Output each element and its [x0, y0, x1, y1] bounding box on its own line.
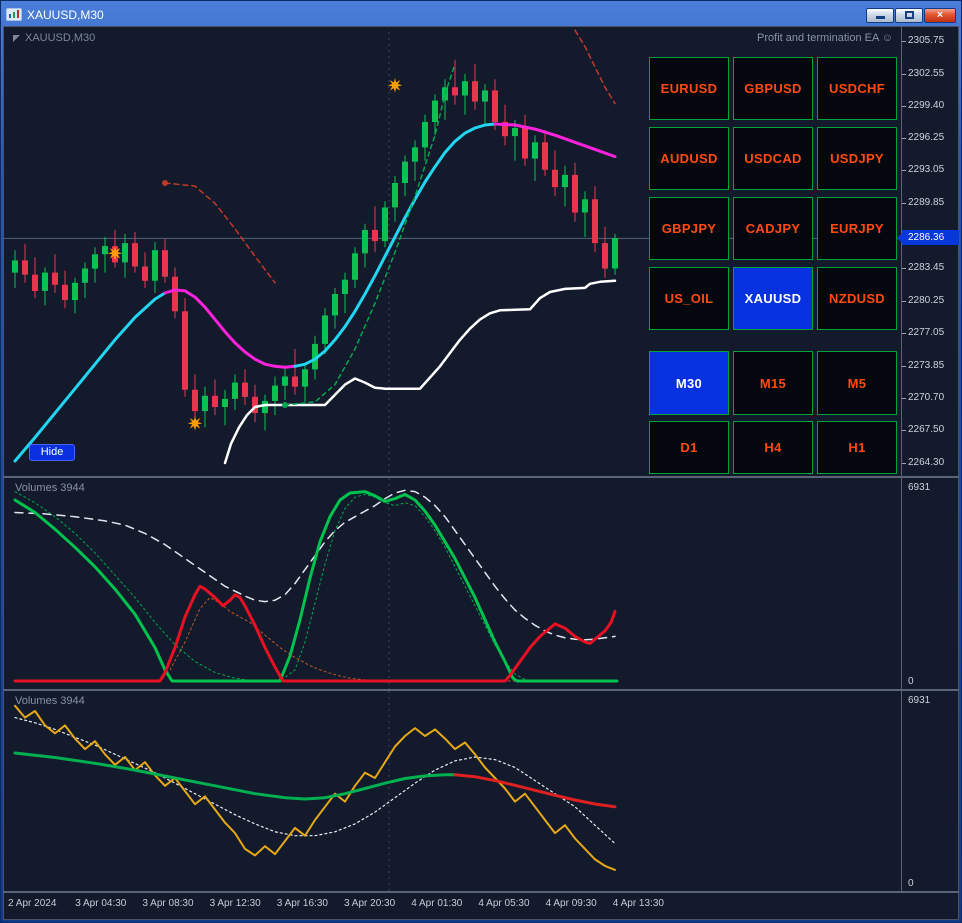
axis-tick	[902, 202, 906, 204]
sub1-max-label: 6931	[908, 482, 931, 493]
chart-symbol-text: XAUUSD,M30	[25, 32, 96, 44]
sub2-svg	[13, 691, 617, 891]
price-axis-label: 2270.70	[908, 391, 945, 403]
current-price-badge: 2286.36	[897, 230, 959, 246]
time-axis-label: 4 Apr 01:30	[411, 898, 463, 909]
sub1-min-label: 0	[908, 676, 914, 687]
timeframe-button-grid: M30 M15 M5 D1 H4 H1	[649, 351, 897, 474]
symbol-button-gbpjpy[interactable]: GBPJPY	[649, 197, 729, 260]
price-axis-label: 2299.40	[908, 99, 945, 111]
sub2-plot-area[interactable]: Volumes 3944	[3, 691, 901, 891]
axis-tick	[902, 73, 906, 75]
price-axis-label: 2305.75	[908, 35, 945, 46]
main-chart-panel: XAUUSD,M30 Profit and termination EA ☺ H…	[3, 26, 959, 476]
axis-tick	[902, 365, 906, 367]
symbol-button-xauusd[interactable]: XAUUSD	[733, 267, 813, 330]
price-axis-label: 2296.25	[908, 131, 945, 143]
time-axis-label: 3 Apr 04:30	[75, 898, 127, 909]
time-axis-label: 3 Apr 12:30	[209, 898, 261, 909]
indicator-label: Volumes 3944	[15, 695, 85, 707]
time-axis-label: 3 Apr 08:30	[142, 898, 194, 909]
timeframe-button-d1[interactable]: D1	[649, 421, 729, 474]
axis-tick	[902, 430, 906, 432]
symbol-button-eurjpy[interactable]: EURJPY	[817, 197, 897, 260]
symbol-button-audusd[interactable]: AUDUSD	[649, 127, 729, 190]
volumes-panel-2: Volumes 3944 6931 0	[3, 691, 959, 891]
time-axis-label: 2 Apr 2024	[8, 898, 57, 909]
time-axis[interactable]: 2 Apr 2024 3 Apr 04:30 3 Apr 08:30 3 Apr 12…	[3, 893, 959, 920]
time-axis-label: 4 Apr 09:30	[545, 898, 597, 909]
restore-button[interactable]	[895, 7, 923, 23]
symbol-button-cadjpy[interactable]: CADJPY	[733, 197, 813, 260]
axis-tick	[902, 463, 906, 464]
ea-status-label: Profit and termination EA ☺	[757, 32, 893, 44]
sub1-axis[interactable]: 6931 0	[901, 478, 959, 689]
axis-tick	[902, 105, 906, 107]
price-axis-label: 2267.50	[908, 424, 945, 436]
minimize-button[interactable]	[866, 7, 894, 23]
price-axis-label: 2302.55	[908, 67, 945, 79]
timeframe-button-h1[interactable]: H1	[817, 421, 897, 474]
time-axis-label: 4 Apr 05:30	[478, 898, 530, 909]
symbol-button-eurusd[interactable]: EURUSD	[649, 57, 729, 120]
titlebar[interactable]: XAUUSD,M30 ×	[3, 3, 959, 26]
time-axis-label: 4 Apr 13:30	[612, 898, 664, 909]
price-axis-label: 2289.85	[908, 196, 945, 208]
axis-tick	[902, 137, 906, 139]
price-axis-label: 2273.85	[908, 359, 945, 371]
sub2-max-label: 6931	[908, 695, 931, 706]
timeframe-button-h4[interactable]: H4	[733, 421, 813, 474]
chart-symbol-label: XAUUSD,M30	[13, 32, 95, 44]
axis-tick	[902, 268, 906, 270]
price-axis-label: 2277.05	[908, 327, 945, 339]
axis-tick	[902, 300, 906, 302]
restore-icon	[904, 11, 914, 19]
timeframe-button-m15[interactable]: M15	[733, 351, 813, 415]
indicator-label: Volumes 3944	[15, 482, 85, 494]
symbol-button-gbpusd[interactable]: GBPUSD	[733, 57, 813, 120]
chart-shift-icon	[13, 34, 20, 42]
timeframe-button-m30[interactable]: M30	[649, 351, 729, 415]
chart-window-icon	[6, 8, 22, 21]
symbol-button-usdchf[interactable]: USDCHF	[817, 57, 897, 120]
window-controls: ×	[866, 7, 956, 23]
sub2-min-label: 0	[908, 878, 914, 889]
price-axis-label: 2280.25	[908, 294, 945, 306]
minimize-icon	[875, 16, 885, 19]
close-button[interactable]: ×	[924, 7, 956, 23]
axis-tick	[902, 41, 906, 42]
main-price-axis[interactable]: 2286.36 2305.75 2302.55 2299.40 2296.25 2293…	[897, 26, 959, 476]
main-plot-area[interactable]: XAUUSD,M30 Profit and termination EA ☺ H…	[3, 26, 901, 476]
hide-button[interactable]: Hide	[29, 444, 75, 461]
time-axis-label: 3 Apr 16:30	[276, 898, 328, 909]
time-axis-label: 3 Apr 20:30	[344, 898, 396, 909]
timeframe-button-m5[interactable]: M5	[817, 351, 897, 415]
window-title: XAUUSD,M30	[27, 7, 104, 22]
sub2-axis[interactable]: 6931 0	[901, 691, 959, 891]
symbol-button-usdcad[interactable]: USDCAD	[733, 127, 813, 190]
symbol-button-us_oil[interactable]: US_OIL	[649, 267, 729, 330]
price-axis-label: 2293.05	[908, 164, 945, 176]
symbol-button-nzdusd[interactable]: NZDUSD	[817, 267, 897, 330]
symbol-button-usdjpy[interactable]: USDJPY	[817, 127, 897, 190]
axis-tick	[902, 333, 906, 335]
sub1-plot-area[interactable]: Volumes 3944	[3, 478, 901, 689]
mt4-chart-window: XAUUSD,M30 × XAUUSD,M30 Profit and termi…	[0, 0, 962, 923]
volumes-panel-1: Volumes 3944 6931 0	[3, 478, 959, 689]
sub1-svg	[13, 478, 619, 689]
price-axis-label: 2283.45	[908, 262, 945, 274]
symbol-button-grid: EURUSD GBPUSD USDCHF AUDUSD USDCAD USDJPY GBPJ…	[649, 57, 897, 330]
price-axis-label: 2264.30	[908, 457, 945, 468]
chart-client-area: XAUUSD,M30 Profit and termination EA ☺ H…	[3, 26, 959, 920]
axis-tick	[902, 170, 906, 172]
axis-tick	[902, 397, 906, 399]
